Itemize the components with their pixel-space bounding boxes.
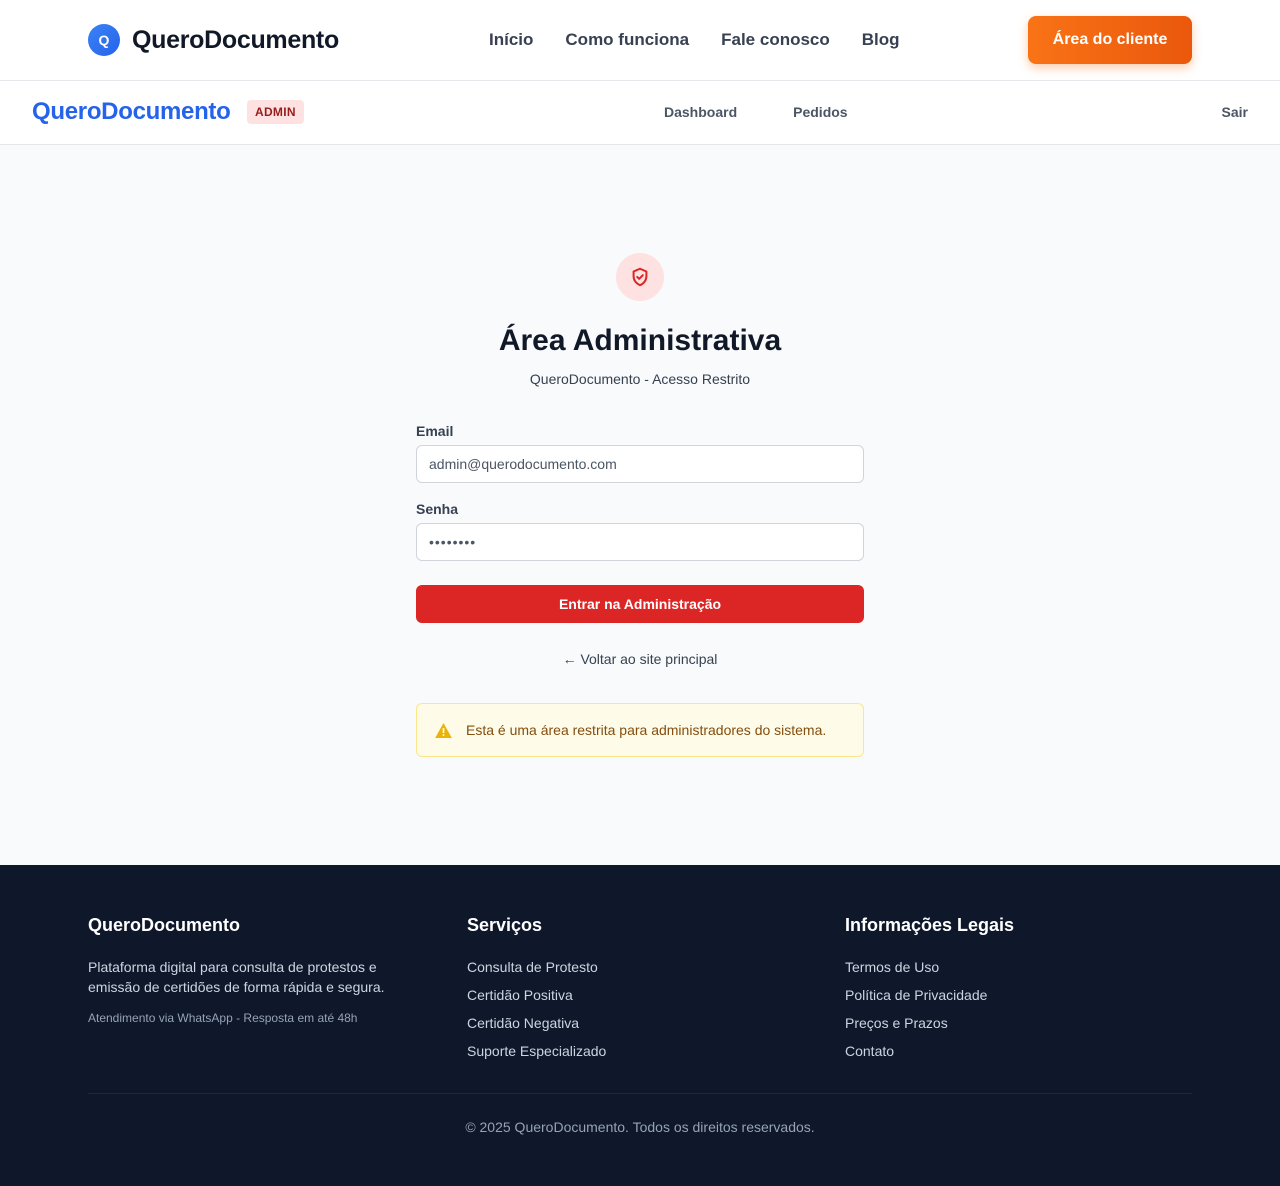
admin-bar: QueroDocumento ADMIN Dashboard Pedidos S… — [0, 81, 1280, 145]
back-to-site-link[interactable]: ← Voltar ao site principal — [0, 651, 1280, 667]
logout-link[interactable]: Sair — [1222, 104, 1248, 120]
restricted-warning: Esta é uma área restrita para administra… — [416, 703, 864, 757]
footer-link-certidao-positiva[interactable]: Certidão Positiva — [467, 985, 606, 1013]
footer-link-termos[interactable]: Termos de Uso — [845, 957, 1014, 985]
site-header: Q QueroDocumento Início Como funciona Fa… — [0, 0, 1280, 81]
footer-support-note: Atendimento via WhatsApp - Resposta em a… — [88, 1011, 358, 1025]
footer-link-certidao-negativa[interactable]: Certidão Negativa — [467, 1013, 606, 1041]
admin-login-button[interactable]: Entrar na Administração — [416, 585, 864, 623]
email-label: Email — [416, 423, 454, 439]
footer-services-title: Serviços — [467, 915, 543, 935]
admin-brand[interactable]: QueroDocumento — [32, 98, 231, 126]
shield-badge — [616, 253, 664, 301]
admin-nav-pedidos[interactable]: Pedidos — [793, 104, 847, 120]
nav-link-fale-conosco[interactable]: Fale conosco — [721, 30, 830, 50]
footer-copyright: © 2025 QueroDocumento. Todos os direitos… — [465, 1119, 815, 1135]
nav-link-como-funciona[interactable]: Como funciona — [565, 30, 689, 50]
footer-about-title: QueroDocumento — [88, 915, 241, 935]
admin-badge: ADMIN — [247, 100, 304, 124]
warning-text: Esta é uma área restrita para administra… — [466, 722, 827, 738]
footer-legal: Informações Legais Termos de Uso Polític… — [845, 915, 1014, 1069]
site-logo[interactable]: Q QueroDocumento — [88, 24, 339, 56]
warning-icon — [435, 722, 452, 738]
logo-icon: Q — [88, 24, 120, 56]
footer-link-precos[interactable]: Preços e Prazos — [845, 1013, 1014, 1041]
page-subtitle: QueroDocumento - Acesso Restrito — [529, 371, 751, 387]
nav-link-inicio[interactable]: Início — [489, 30, 533, 50]
footer-link-consulta-protesto[interactable]: Consulta de Protesto — [467, 957, 606, 985]
nav-link-blog[interactable]: Blog — [862, 30, 900, 50]
footer-services: Serviços Consulta de Protesto Certidão P… — [467, 915, 606, 1069]
footer-about-description: Plataforma digital para consulta de prot… — [88, 959, 385, 995]
email-field[interactable] — [416, 445, 864, 483]
footer-divider — [88, 1093, 1192, 1094]
password-label: Senha — [416, 501, 459, 517]
footer-legal-title: Informações Legais — [845, 915, 1015, 935]
site-brand-name: QueroDocumento — [132, 25, 339, 54]
footer-link-suporte[interactable]: Suporte Especializado — [467, 1041, 606, 1069]
site-nav: Início Como funciona Fale conosco Blog — [489, 30, 900, 50]
client-area-button[interactable]: Área do cliente — [1028, 16, 1192, 64]
footer-link-contato[interactable]: Contato — [845, 1041, 1014, 1069]
admin-nav: Dashboard Pedidos — [664, 104, 848, 120]
page-title: Área Administrativa — [498, 324, 782, 357]
footer: QueroDocumento Plataforma digital para c… — [0, 865, 1280, 1186]
password-field[interactable] — [416, 523, 864, 561]
footer-about: QueroDocumento Plataforma digital para c… — [88, 915, 418, 1025]
shield-check-icon — [632, 267, 648, 287]
footer-link-privacidade[interactable]: Política de Privacidade — [845, 985, 1014, 1013]
admin-nav-dashboard[interactable]: Dashboard — [664, 104, 737, 120]
